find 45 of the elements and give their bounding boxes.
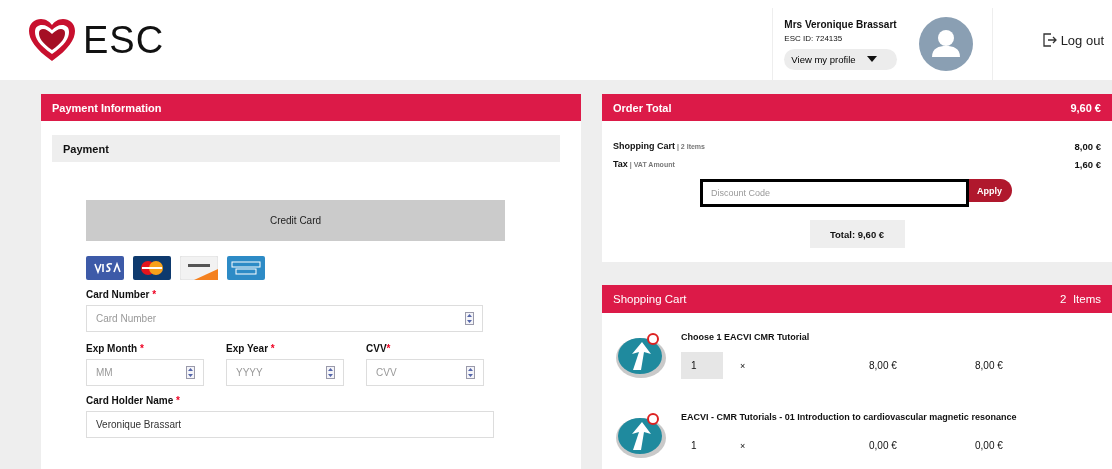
unit-price: 8,00 € bbox=[869, 360, 898, 371]
logout-icon bbox=[1042, 33, 1057, 47]
order-amount: 9,60 € bbox=[1070, 101, 1101, 114]
quantity: 1 bbox=[690, 439, 698, 453]
line-total: 8,00 € bbox=[975, 360, 1003, 371]
member-id: ESC ID: 724135 bbox=[784, 33, 844, 43]
product-title: EACVI - CMR Tutorials - 01 Introduction to cardiovascular magnetic resonance bbox=[681, 412, 1017, 422]
heart-icon bbox=[27, 17, 77, 63]
line-total: 0,00 € bbox=[975, 440, 1003, 451]
profile-button[interactable]: View my profile bbox=[784, 48, 897, 70]
payment-method-button[interactable]: Credit Card bbox=[86, 200, 505, 241]
field-label: CVV* bbox=[366, 343, 392, 354]
logout-link[interactable]: Log out bbox=[992, 0, 1112, 80]
quantity-field[interactable]: 1 bbox=[681, 352, 723, 379]
panel-title: Shopping Cart bbox=[613, 293, 687, 305]
card-brand-icon bbox=[133, 256, 171, 280]
field-label: Card Number * bbox=[86, 289, 158, 300]
panel-title: Payment Information bbox=[52, 101, 162, 114]
field-label: Card Holder Name * bbox=[86, 395, 181, 406]
card-brand-icon bbox=[86, 256, 124, 280]
input-field[interactable]: MM bbox=[86, 359, 204, 386]
logo-text: ESC bbox=[83, 18, 165, 62]
user-name: Mrs Veronique Brassart bbox=[784, 18, 897, 30]
caret-icon bbox=[866, 56, 877, 62]
product-title: Choose 1 EACVI CMR Tutorial bbox=[681, 332, 811, 342]
total-label: Total: 9,60 € bbox=[809, 220, 905, 248]
summary-amount: 8,00 € bbox=[1074, 140, 1101, 152]
input-field[interactable]: Veronique Brassart bbox=[86, 411, 494, 438]
input-field[interactable]: Card Number bbox=[86, 305, 483, 332]
apply-button[interactable]: Apply bbox=[969, 179, 1012, 202]
avatar-icon bbox=[918, 17, 973, 71]
unit-price: 0,00 € bbox=[869, 440, 898, 451]
field-label: Exp Year * bbox=[226, 343, 276, 354]
times-sign: × bbox=[739, 440, 747, 451]
card-brand-icon bbox=[180, 256, 218, 280]
discount-field[interactable]: Discount Code bbox=[700, 179, 969, 207]
field-label: Exp Month * bbox=[86, 343, 145, 354]
times-sign: × bbox=[739, 360, 747, 371]
input-field[interactable]: YYYY bbox=[226, 359, 344, 386]
panel-title: Order Total bbox=[613, 101, 672, 114]
section-heading: Payment bbox=[52, 135, 560, 162]
card-brand-icon bbox=[227, 256, 265, 280]
summary-amount: 1,60 € bbox=[1074, 158, 1101, 170]
input-field[interactable]: CVV bbox=[366, 359, 484, 386]
item-count: 2 Items bbox=[1060, 293, 1101, 305]
